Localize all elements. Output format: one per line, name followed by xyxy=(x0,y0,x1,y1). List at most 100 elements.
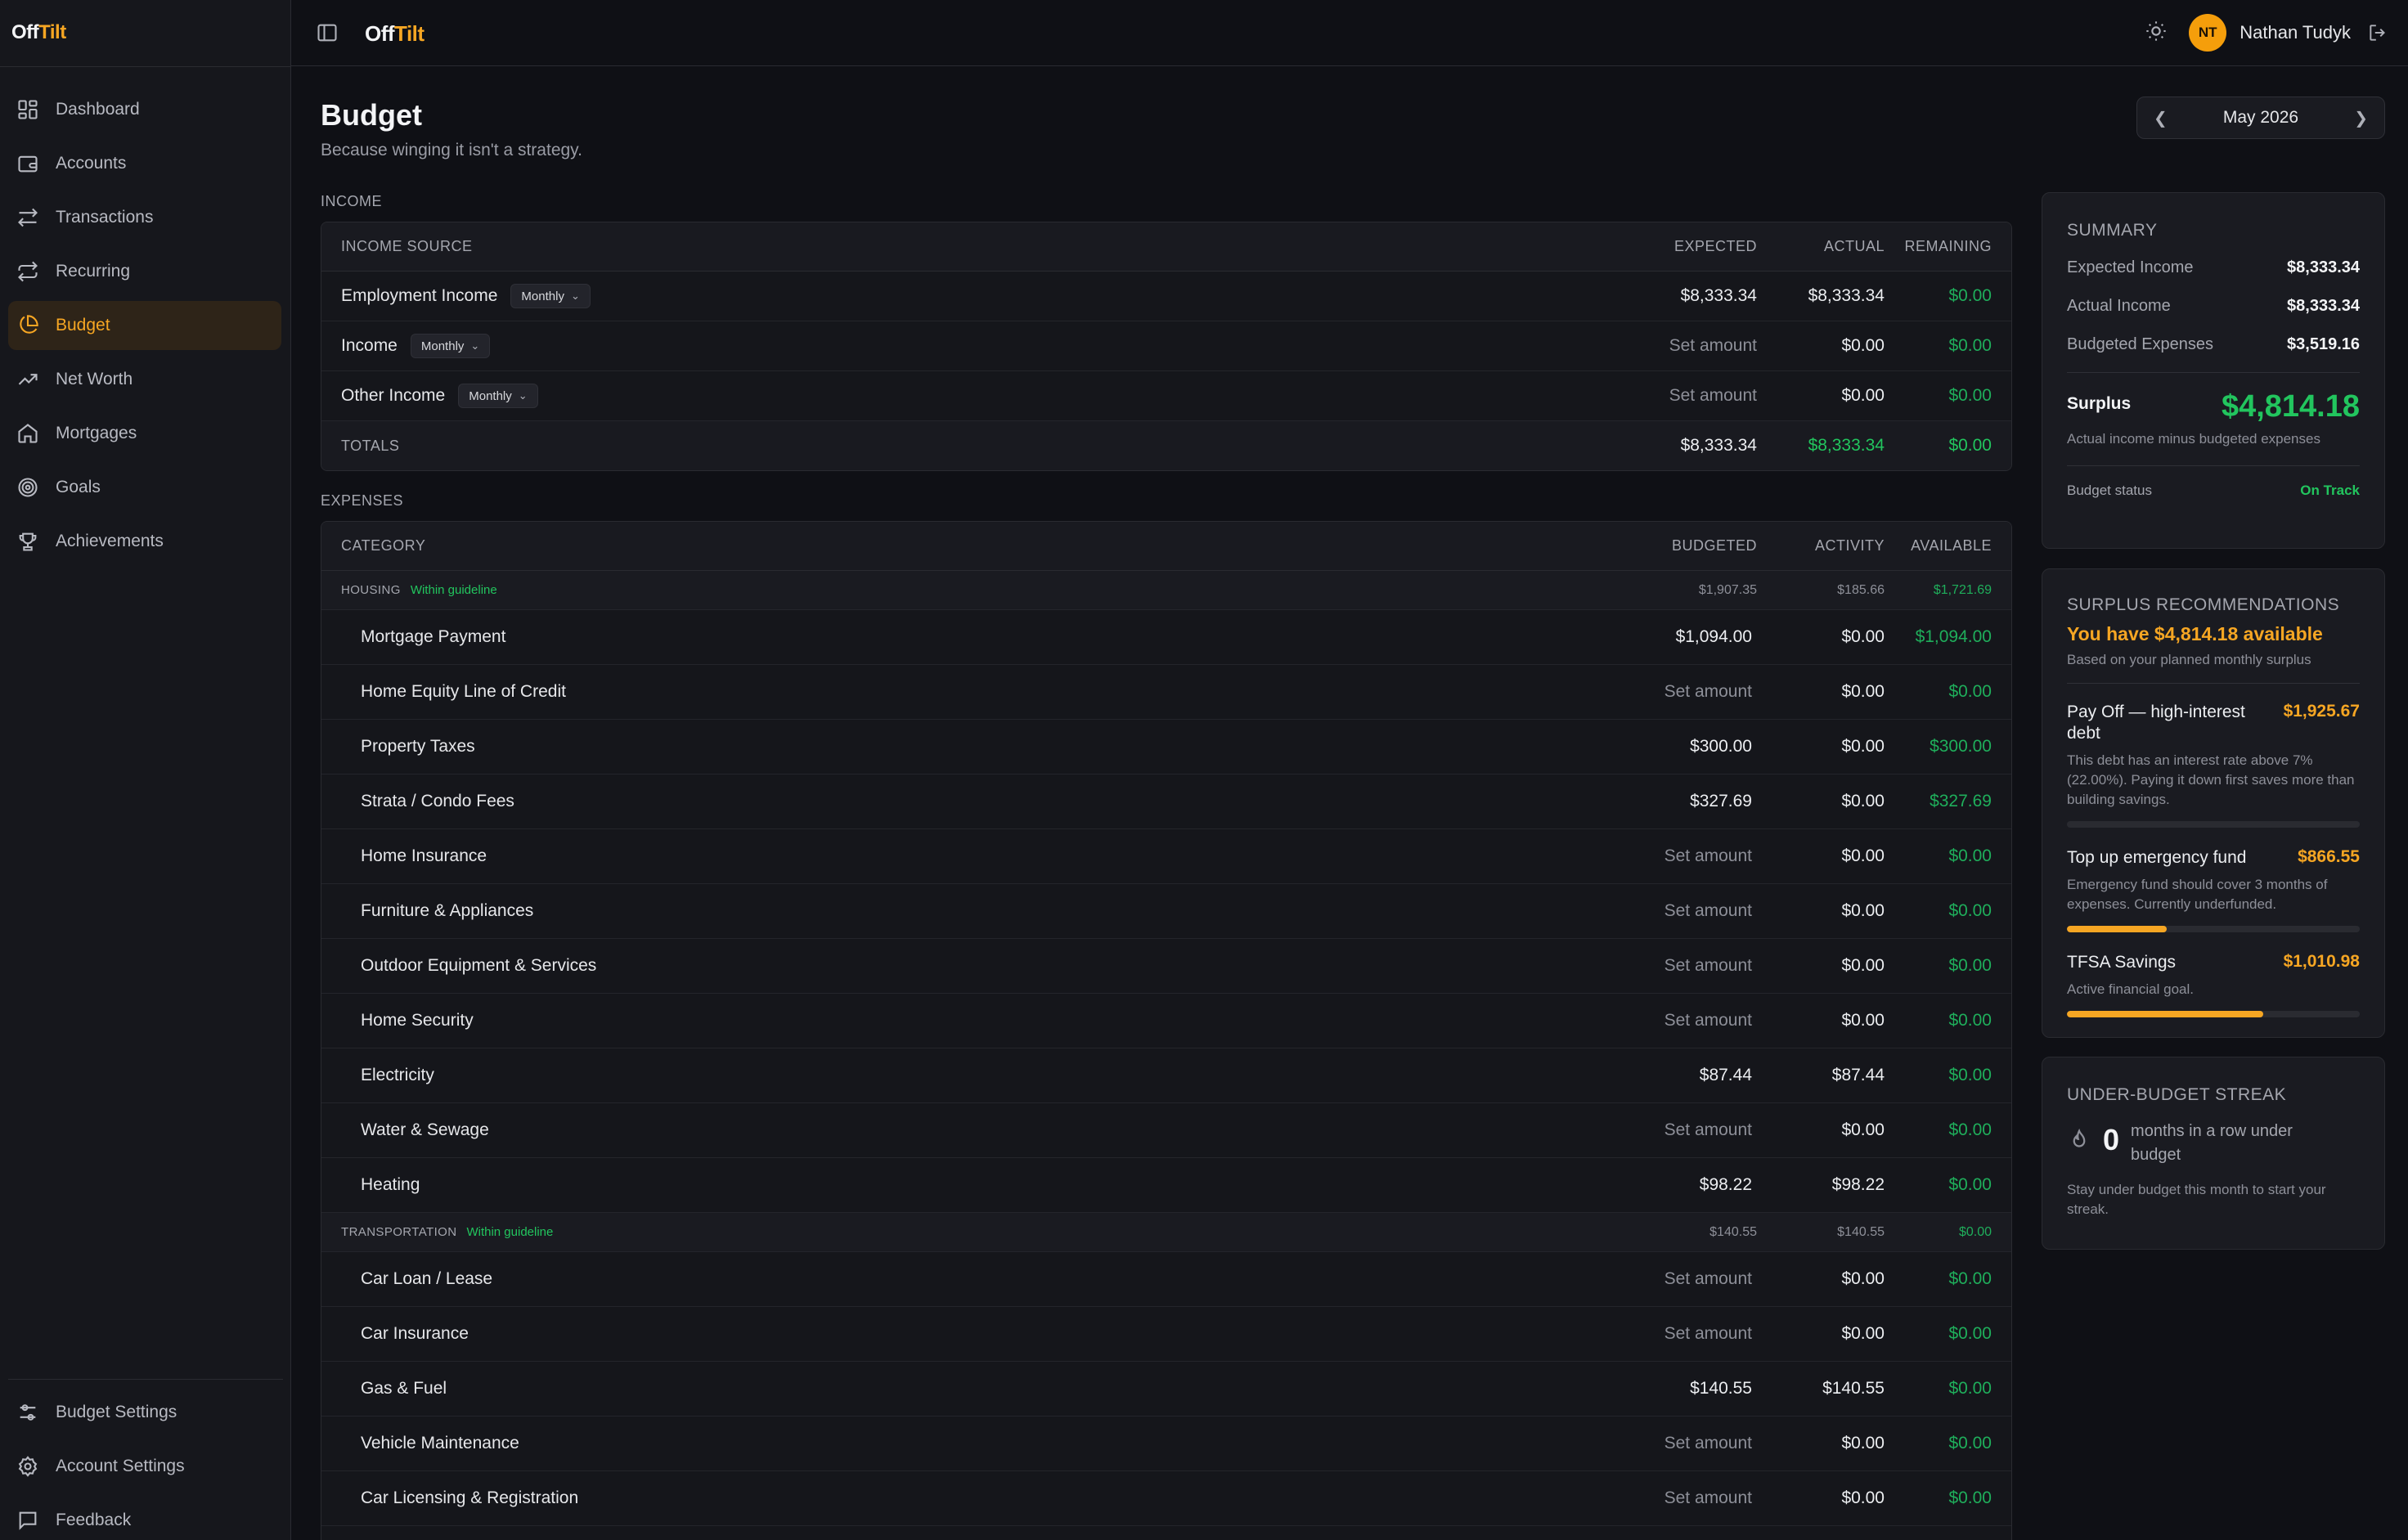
sidebar-bottom-nav: Budget Settings Account Settings Feedback xyxy=(0,1379,291,1540)
budgeted-amount[interactable]: $87.44 xyxy=(1610,1066,1757,1085)
category-name: Home Security xyxy=(361,1011,474,1030)
activity-amount: $0.00 xyxy=(1841,627,1885,646)
sidebar-item-label: Feedback xyxy=(56,1511,132,1529)
chevron-down-icon: ⌄ xyxy=(518,389,528,402)
actual-amount: $0.00 xyxy=(1841,386,1885,405)
frequency-select[interactable]: Monthly ⌄ xyxy=(458,384,538,408)
chevron-down-icon: ⌄ xyxy=(570,290,580,302)
budget-status: Budget status On Track xyxy=(2067,483,2360,499)
group-budgeted: $140.55 xyxy=(1709,1224,1757,1239)
recommendation-item[interactable]: Top up emergency fund $866.55 Emergency fu… xyxy=(2067,847,2360,932)
sidebar-item-dashboard[interactable]: Dashboard xyxy=(8,85,281,134)
expected-amount[interactable]: Set amount xyxy=(1610,336,1757,356)
category-row: Furniture & Appliances Set amount $0.00 $0.… xyxy=(321,884,2011,939)
budgeted-expenses-label: Budgeted Expenses xyxy=(2067,335,2214,353)
sidebar-item-account-settings[interactable]: Account Settings xyxy=(8,1442,281,1491)
category-group-row[interactable]: HOUSING Within guideline $1,907.35 $185.66 $… xyxy=(321,571,2011,610)
budgeted-amount[interactable]: Set amount xyxy=(1610,1011,1757,1030)
group-budgeted: $1,907.35 xyxy=(1698,582,1757,597)
recommendation-item[interactable]: TFSA Savings $1,010.98 Active financial go… xyxy=(2067,952,2360,1017)
group-name: HOUSING Within guideline xyxy=(321,583,1610,597)
frequency-select[interactable]: Monthly ⌄ xyxy=(410,334,491,358)
income-name: Other Income xyxy=(341,386,446,405)
sidebar-item-mortgages[interactable]: Mortgages xyxy=(8,409,281,458)
message-icon xyxy=(19,1511,37,1530)
recommendations-title: SURPLUS RECOMMENDATIONS xyxy=(2067,595,2340,614)
sidebar-item-accounts[interactable]: Accounts xyxy=(8,139,281,188)
topbar-user-area: NT Nathan Tudyk xyxy=(2145,13,2388,52)
income-name: Employment Income xyxy=(341,286,498,305)
recommendations-panel: SURPLUS RECOMMENDATIONS You have $4,814.… xyxy=(2042,568,2385,1038)
surplus-value: $4,814.18 xyxy=(2221,389,2360,424)
recommendation-progress xyxy=(2067,1011,2360,1017)
budgeted-amount[interactable]: Set amount xyxy=(1610,1120,1757,1140)
sidebar-item-label: Dashboard xyxy=(56,100,140,119)
category-group-row[interactable]: TRANSPORTATION Within guideline $140.55 $14… xyxy=(321,1213,2011,1252)
available-amount: $0.00 xyxy=(1948,1488,1992,1507)
budgeted-amount[interactable]: $300.00 xyxy=(1610,737,1757,757)
avatar[interactable]: NT xyxy=(2189,14,2227,52)
category-row: Outdoor Equipment & Services Set amount $0… xyxy=(321,939,2011,994)
current-month[interactable]: May 2026 xyxy=(2223,108,2298,128)
sidebar-item-budget-settings[interactable]: Budget Settings xyxy=(8,1388,281,1437)
surplus-note: Actual income minus budgeted expenses xyxy=(2067,431,2320,447)
sidebar-item-net-worth[interactable]: Net Worth xyxy=(8,355,281,404)
expenses-table: CATEGORY BUDGETED ACTIVITY AVAILABLE HOU… xyxy=(321,521,2012,1540)
recommendations-divider xyxy=(2067,683,2360,684)
activity-amount: $87.44 xyxy=(1831,1066,1885,1084)
summary-budgeted-expenses: Budgeted Expenses $3,519.16 xyxy=(2067,335,2360,354)
income-source-name: Other Income Monthly ⌄ xyxy=(321,384,1610,408)
category-row: Vehicle Maintenance Set amount $0.00 $0.00 xyxy=(321,1417,2011,1471)
sidebar-item-transactions[interactable]: Transactions xyxy=(8,193,281,242)
sidebar-item-budget[interactable]: Budget xyxy=(8,301,281,350)
category-name: Outdoor Equipment & Services xyxy=(361,956,597,975)
category-row: Electricity $87.44 $87.44 $0.00 xyxy=(321,1048,2011,1103)
budgeted-amount[interactable]: $98.22 xyxy=(1610,1175,1757,1195)
chevron-left-icon[interactable]: ❮ xyxy=(2154,108,2168,128)
budgeted-amount[interactable]: $1,094.00 xyxy=(1610,627,1757,647)
budgeted-amount[interactable]: Set amount xyxy=(1610,956,1757,976)
available-amount: $0.00 xyxy=(1948,846,1992,865)
sidebar-item-achievements[interactable]: Achievements xyxy=(8,517,281,566)
sidebar-item-recurring[interactable]: Recurring xyxy=(8,247,281,296)
expected-amount[interactable]: $8,333.34 xyxy=(1610,286,1757,306)
sidebar-item-label: Accounts xyxy=(56,154,127,173)
activity-amount: $0.00 xyxy=(1841,1488,1885,1507)
budgeted-amount[interactable]: Set amount xyxy=(1610,1269,1757,1289)
activity-amount: $0.00 xyxy=(1841,1120,1885,1139)
group-activity: $185.66 xyxy=(1837,582,1885,597)
budgeted-amount[interactable]: Set amount xyxy=(1610,1434,1757,1453)
sidebar-item-feedback[interactable]: Feedback xyxy=(8,1496,281,1540)
sidebar-item-goals[interactable]: Goals xyxy=(8,463,281,512)
recommendation-item[interactable]: Pay Off — high-interest debt $1,925.67 Thi… xyxy=(2067,702,2360,828)
user-name[interactable]: Nathan Tudyk xyxy=(2240,22,2351,43)
guideline-badge: Within guideline xyxy=(410,583,497,597)
budgeted-amount[interactable]: Set amount xyxy=(1610,1488,1757,1508)
logout-button[interactable] xyxy=(2351,19,2388,47)
recommendation-head: TFSA Savings $1,010.98 xyxy=(2067,952,2360,973)
available-amount: $1,094.00 xyxy=(1915,627,1992,646)
budgeted-amount[interactable]: Set amount xyxy=(1610,901,1757,921)
available-amount: $0.00 xyxy=(1948,682,1992,701)
chevron-right-icon[interactable]: ❯ xyxy=(2354,108,2368,128)
budgeted-amount[interactable]: Set amount xyxy=(1610,846,1757,866)
expected-amount[interactable]: Set amount xyxy=(1610,386,1757,406)
available-amount: $0.00 xyxy=(1948,1434,1992,1452)
actual-amount: $0.00 xyxy=(1841,336,1885,355)
budgeted-amount[interactable]: Set amount xyxy=(1610,1324,1757,1344)
sliders-icon xyxy=(20,1404,36,1421)
frequency-select[interactable]: Monthly ⌄ xyxy=(510,284,591,308)
budgeted-amount[interactable]: $140.55 xyxy=(1610,1379,1757,1399)
topbar-logo[interactable]: OffTilt xyxy=(365,21,425,47)
income-name: Income xyxy=(341,336,398,355)
budgeted-amount[interactable]: $327.69 xyxy=(1610,792,1757,811)
sidebar-toggle-button[interactable] xyxy=(316,21,339,44)
budgeted-amount[interactable]: Set amount xyxy=(1610,682,1757,702)
income-table: INCOME SOURCE EXPECTED ACTUAL REMAINING … xyxy=(321,222,2012,471)
sidebar-logo[interactable]: OffTilt xyxy=(11,21,66,44)
available-amount: $0.00 xyxy=(1948,956,1992,975)
col-income-source: INCOME SOURCE xyxy=(341,238,473,254)
streak-unit: months in a row under budget xyxy=(2131,1122,2293,1164)
theme-toggle-button[interactable] xyxy=(2145,20,2168,47)
sidebar-item-label: Recurring xyxy=(56,262,131,281)
